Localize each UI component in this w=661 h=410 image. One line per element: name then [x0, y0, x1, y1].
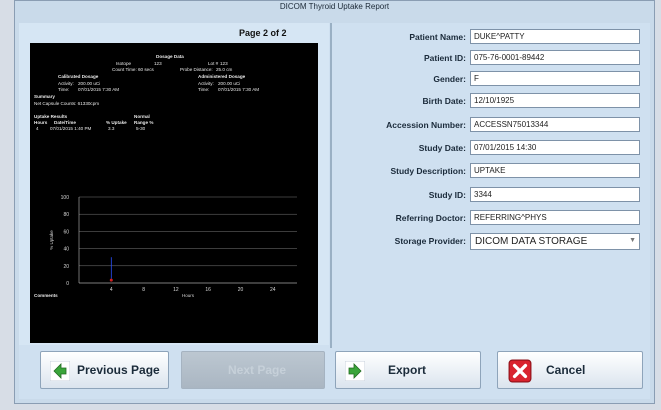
study-id-field[interactable]: 3344	[470, 187, 640, 202]
preview-row-uptake: 3.3	[108, 126, 115, 131]
study-id-label: Study ID:	[428, 190, 466, 200]
study-date-field[interactable]: 07/01/2015 14:30	[470, 140, 640, 155]
patient-id-field[interactable]: 075-76-0001-89442	[470, 50, 640, 65]
preview-net-capsule: Net Capsule Counts: 61330cpm	[34, 101, 100, 106]
patient-id-row: Patient ID: 075-76-0001-89442	[335, 50, 650, 69]
birth-date-label: Birth Date:	[422, 96, 466, 106]
cancel-label: Cancel	[546, 363, 586, 377]
preview-count-time-label: Count Time:	[112, 67, 137, 72]
preview-adm-time-label: Time:	[198, 87, 210, 92]
referring-doctor-row: Referring Doctor: REFERRING^PHYS	[335, 210, 650, 229]
patient-id-label: Patient ID:	[423, 53, 466, 63]
study-description-row: Study Description: UPTAKE	[335, 163, 650, 182]
y-tick-label: 100	[61, 195, 70, 201]
accession-number-row: Accession Number: ACCESSN75013344	[335, 117, 650, 136]
preview-count-time-value: 60 secs	[138, 67, 154, 72]
close-icon	[508, 359, 532, 383]
preview-row-hours: 4	[36, 126, 39, 131]
x-tick-label: 16	[205, 287, 211, 293]
y-tick-label: 60	[63, 229, 69, 235]
preview-administered-title: Administered Dosage	[198, 74, 246, 79]
storage-provider-value: DICOM DATA STORAGE	[475, 236, 588, 247]
title-bar: DICOM Thyroid Uptake Report	[15, 1, 654, 23]
previous-page-label: Previous Page	[77, 363, 160, 377]
x-tick-label: 12	[173, 287, 179, 293]
report-preview-pane: Page 2 of 2 Dosage Data Isotope 123 Lot …	[19, 23, 329, 345]
window-client: Page 2 of 2 Dosage Data Isotope 123 Lot …	[19, 23, 650, 399]
gender-row: Gender: F	[335, 71, 650, 90]
storage-provider-row: Storage Provider: DICOM DATA STORAGE ▼	[335, 233, 650, 252]
next-page-button[interactable]: Next Page	[181, 351, 325, 389]
arrow-left-icon	[50, 361, 70, 381]
export-arrow-icon	[345, 361, 365, 381]
preview-probe-distance-value: 25.0 cm	[216, 67, 233, 72]
storage-provider-select[interactable]: DICOM DATA STORAGE ▼	[470, 233, 640, 250]
x-axis-label: Hours	[182, 293, 195, 297]
preview-row-range: 5-30	[136, 126, 146, 131]
preview-row-date-time: 07/01/2015 1:40 PM	[50, 126, 92, 131]
preview-probe-distance-label: Probe Distance:	[180, 67, 213, 72]
chevron-down-icon[interactable]: ▼	[629, 237, 636, 244]
referring-doctor-label: Referring Doctor:	[395, 213, 466, 223]
birth-date-row: Birth Date: 12/10/1925	[335, 93, 650, 112]
y-tick-label: 80	[63, 212, 69, 218]
uptake-chart: 0 20 40 60 80 100 4 8 12 16 20 24 Hours % Uptake	[49, 195, 297, 297]
preview-isotope-value: 123	[154, 61, 162, 66]
export-label: Export	[388, 363, 427, 377]
page-indicator: Page 2 of 2	[239, 28, 287, 38]
patient-form: Patient Name: DUKE^PATTY Patient ID: 075…	[335, 23, 650, 345]
study-id-row: Study ID: 3344	[335, 187, 650, 206]
referring-doctor-field[interactable]: REFERRING^PHYS	[470, 210, 640, 225]
patient-name-row: Patient Name: DUKE^PATTY	[335, 29, 650, 48]
button-bar: Previous Page Next Page Export Cancel	[19, 348, 650, 399]
window-title: DICOM Thyroid Uptake Report	[279, 2, 390, 11]
study-description-field[interactable]: UPTAKE	[470, 163, 640, 178]
preview-dosage-title: Dosage Data	[156, 54, 184, 59]
preview-cal-time-value: 07/01/2015 7:30 AM	[78, 87, 120, 92]
accession-number-field[interactable]: ACCESSN75013344	[470, 117, 640, 132]
preview-adm-time-value: 07/01/2015 7:30 AM	[218, 87, 260, 92]
y-tick-label: 20	[63, 264, 69, 270]
pane-divider	[330, 23, 332, 348]
patient-name-field[interactable]: DUKE^PATTY	[470, 29, 640, 44]
report-window: DICOM Thyroid Uptake Report Page 2 of 2 …	[14, 0, 655, 404]
gender-field[interactable]: F	[470, 71, 640, 86]
study-date-label: Study Date:	[418, 143, 466, 153]
preview-cal-time-label: Time:	[58, 87, 70, 92]
preview-calibrated-title: Calibrated Dosage	[58, 74, 99, 79]
report-page-preview: Dosage Data Isotope 123 Lot # 123 Count …	[30, 43, 318, 343]
accession-number-label: Accession Number:	[386, 120, 466, 130]
x-tick-label: 8	[142, 287, 145, 293]
cancel-button[interactable]: Cancel	[497, 351, 643, 389]
study-date-row: Study Date: 07/01/2015 14:30	[335, 140, 650, 159]
next-page-label: Next Page	[228, 363, 287, 377]
y-tick-label: 0	[66, 281, 69, 287]
patient-name-label: Patient Name:	[409, 32, 466, 42]
x-tick-label: 4	[110, 287, 113, 293]
y-axis-label: % Uptake	[49, 230, 54, 250]
y-tick-label: 40	[63, 247, 69, 253]
preview-comments-label: Comments	[34, 293, 58, 298]
previous-page-button[interactable]: Previous Page	[40, 351, 169, 389]
preview-summary-title: Summary	[34, 94, 55, 99]
data-point	[109, 278, 113, 282]
study-description-label: Study Description:	[390, 166, 466, 176]
x-tick-label: 20	[238, 287, 244, 293]
x-tick-label: 24	[270, 287, 276, 293]
gender-label: Gender:	[433, 74, 466, 84]
birth-date-field[interactable]: 12/10/1925	[470, 93, 640, 108]
export-button[interactable]: Export	[335, 351, 481, 389]
storage-provider-label: Storage Provider:	[394, 236, 466, 246]
